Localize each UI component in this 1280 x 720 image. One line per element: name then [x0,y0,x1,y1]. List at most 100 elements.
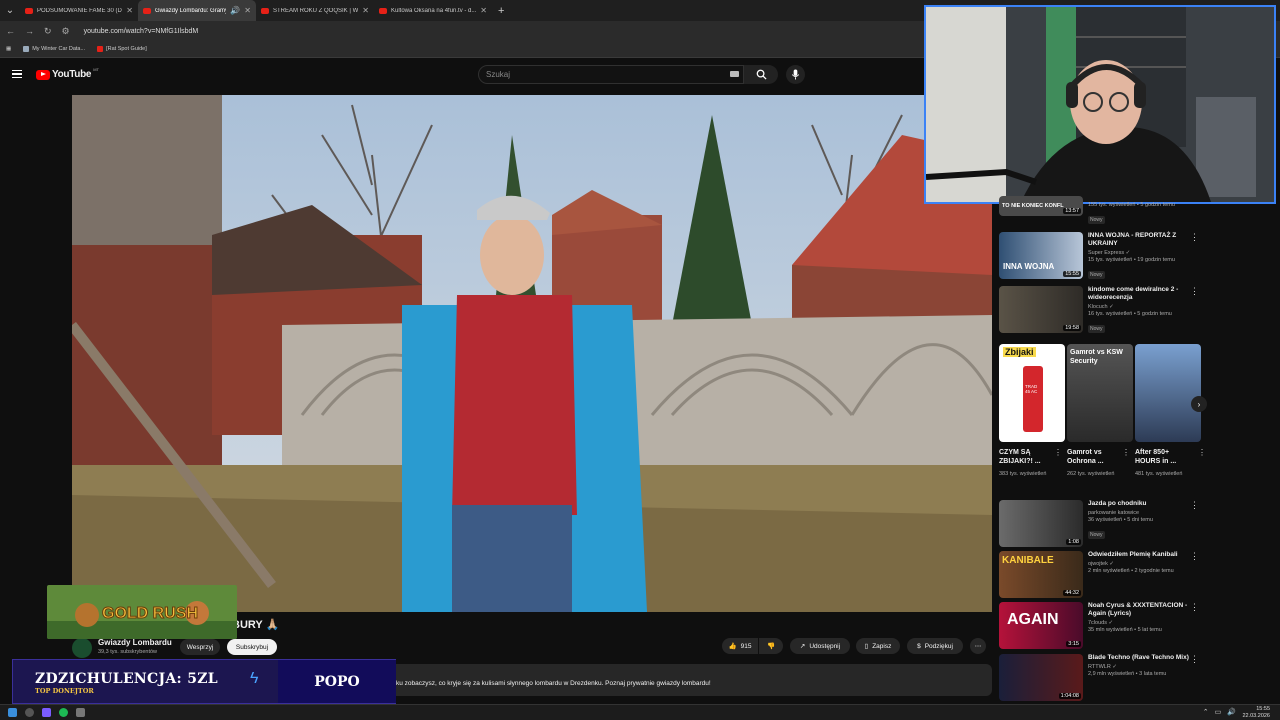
chrome-icon[interactable] [59,708,68,717]
url-field[interactable]: youtube.com/watch?v=NMfG1IlsbdM [84,28,199,35]
video-views: 2,9 mln wyświetleń • 3 lata temu [1088,671,1167,677]
search-taskbar-icon[interactable] [25,708,34,717]
video-title[interactable]: Noah Cyrus & XXXTENTACION - Again (Lyric… [1088,602,1192,618]
video-title[interactable]: INNA WOJNA - REPORTAŻ Z UKRAINY [1088,232,1192,248]
more-options-icon[interactable]: ⋮ [1190,233,1199,242]
channel-name[interactable]: ojwojtek ✓ [1088,561,1192,567]
voice-search-button[interactable] [786,65,805,84]
more-options-icon[interactable]: ⋮ [1190,603,1199,612]
video-thumbnail[interactable]: AGAIN 3:15 [999,602,1083,649]
like-button[interactable]: 👍 915 [722,638,758,654]
channel-name[interactable]: Gwiazdy Lombardu [98,638,172,647]
dislike-button[interactable]: 👎 [759,638,783,654]
video-thumbnail[interactable]: TO NIE KONIEC KONFL 13:57 [999,196,1083,216]
channel-name[interactable]: 7clouds ✓ [1088,620,1192,626]
short-thumbnail[interactable]: Gamrot vs KSW Security [1067,344,1133,442]
recommendation-item[interactable]: INNA WOJNA 15:55 INNA WOJNA - REPORTAŻ Z… [999,232,1204,280]
system-clock[interactable]: 15:55 22.03.2026 [1242,706,1270,719]
youtube-logo[interactable]: YouTube MT [36,67,99,80]
microphone-icon [791,69,800,80]
more-options-icon[interactable]: ⋮ [1190,501,1199,510]
subscribe-button[interactable]: Subskrybuj [227,639,277,655]
network-icon[interactable]: ▭ [1215,708,1222,716]
keyboard-icon[interactable] [730,71,739,77]
site-info-icon[interactable]: ⚙ [62,26,70,37]
more-actions-button[interactable]: ⋯ [970,638,986,654]
video-title[interactable]: Blade Techno (Rave Techno Mix) [1088,654,1192,662]
discord-icon[interactable] [42,708,51,717]
browser-tab-active[interactable]: Gwiazdy Lombardu: Gramy 🔊 ✕ [138,0,256,21]
browser-tab[interactable]: PODSUMOWANIE FAME 30 (D... ✕ [20,0,138,21]
tab-list-icon[interactable]: ⌄ [0,0,20,21]
video-title[interactable]: Jazda po chodniku [1088,500,1192,508]
short-thumbnail[interactable] [1135,344,1201,442]
channel-avatar[interactable] [72,638,92,658]
channel-name[interactable]: RTTWLR ✓ [1088,664,1192,670]
video-player[interactable] [72,95,992,612]
donation-overlay: ZDZICHULENCJA: 5ZL TOP DONEJTOR ϟ POPO [12,659,396,704]
recommendation-item[interactable]: 1:08 Jazda po chodniku parkowanie katowi… [999,500,1204,548]
chevron-up-icon[interactable]: ⌃ [1203,708,1209,716]
short-thumbnail[interactable]: Zbijaki TRAD 45 AC [999,344,1065,442]
video-thumbnail[interactable]: 1:08 [999,500,1083,547]
menu-icon[interactable] [12,70,22,78]
forward-icon[interactable]: → [25,26,34,36]
browser-tab[interactable]: STREAM ROKU Z QOQSIK | W... ✕ [256,0,374,21]
apps-icon[interactable]: ▦ [6,46,11,52]
support-label: Wesprzyj [186,643,214,651]
start-icon[interactable] [8,708,17,717]
thumbs-up-icon: 👍 [728,643,737,650]
short-views: 262 tys. wyświetleń [1067,471,1115,477]
more-options-icon[interactable]: ⋮ [1122,448,1130,457]
support-button[interactable]: Wesprzyj [180,639,220,655]
channel-name[interactable]: Klocuch ✓ [1088,304,1192,310]
bookmark-item[interactable]: My Winter Car Data... [23,46,85,52]
thanks-button[interactable]: $ Podziękuj [907,638,963,654]
region-code: MT [93,67,99,72]
recommendation-item[interactable]: AGAIN 3:15 Noah Cyrus & XXXTENTACION - A… [999,602,1204,650]
video-thumbnail[interactable]: 1:04:08 [999,654,1083,701]
shorts-next-arrow-icon[interactable]: › [1191,396,1207,412]
more-options-icon[interactable]: ⋮ [1190,552,1199,561]
short-title[interactable]: Gamrot vs Ochrona ... [1067,448,1127,466]
video-thumbnail[interactable]: 19:58 [999,286,1083,333]
close-tab-icon[interactable]: ✕ [362,6,369,15]
back-icon[interactable]: ← [6,26,15,36]
video-thumbnail[interactable]: INNA WOJNA 15:55 [999,232,1083,279]
video-title[interactable]: kindome come dewiralnce 2 - wideorecenzj… [1088,286,1192,302]
new-tab-button[interactable]: + [492,5,510,17]
channel-name[interactable]: parkowanie katowice [1088,510,1192,516]
more-options-icon[interactable]: ⋮ [1190,287,1199,296]
short-title[interactable]: CZYM SĄ ZBIJAKI?! ... [999,448,1059,466]
video-title[interactable]: Odwiedziłem Plemię Kanibali [1088,551,1192,559]
close-tab-icon[interactable]: ✕ [244,6,251,15]
recommendation-item[interactable]: KANIBALE 44:32 Odwiedziłem Plemię Kaniba… [999,551,1204,599]
reload-icon[interactable]: ↻ [44,26,52,37]
video-thumbnail[interactable]: KANIBALE 44:32 [999,551,1083,598]
share-button[interactable]: ↗ Udostępnij [790,638,850,654]
share-label: Udostępnij [809,642,841,650]
volume-icon[interactable]: 🔊 [1227,708,1236,716]
recommendation-item[interactable]: 19:58 kindome come dewiralnce 2 - wideor… [999,286,1204,334]
close-tab-icon[interactable]: ✕ [126,6,133,15]
more-options-icon[interactable]: ⋮ [1054,448,1062,457]
recommendation-item[interactable]: 1:04:08 Blade Techno (Rave Techno Mix) R… [999,654,1204,702]
more-options-icon[interactable]: ⋮ [1198,448,1206,457]
search-input[interactable]: Szukaj [478,65,744,84]
bookmark-item[interactable]: [Rat Spot Guide] [97,46,147,52]
video-views: 36 wyświetleń • 5 dni temu [1088,517,1153,523]
save-button[interactable]: ▯ Zapisz [856,638,900,654]
app-icon[interactable] [76,708,85,717]
browser-tab[interactable]: Kultowa Oksana na 4fun.tv - d... ✕ [374,0,492,21]
short-title[interactable]: After 850+ HOURS in ... [1135,448,1195,466]
search-placeholder: Szukaj [486,70,511,79]
close-tab-icon[interactable]: ✕ [480,6,487,15]
more-options-icon[interactable]: ⋮ [1190,655,1199,664]
new-badge: Nowy [1088,325,1105,333]
game-banner-title: GOLD RUSH [102,605,198,622]
youtube-favicon-icon [143,7,151,14]
channel-name[interactable]: Super Express ✓ [1088,250,1192,256]
search-button[interactable] [744,65,778,84]
recommendation-item[interactable]: TO NIE KONIEC KONFL 13:57 155 tys. wyświ… [999,196,1204,226]
speaker-icon[interactable]: 🔊 [230,6,240,15]
